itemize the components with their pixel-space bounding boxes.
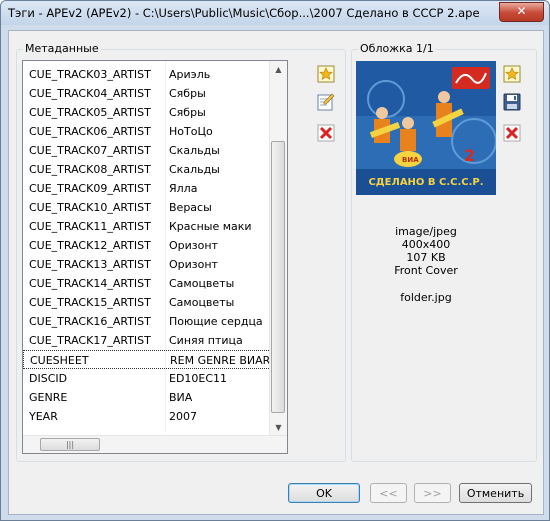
metadata-key: CUE_TRACK09_ARTIST	[29, 182, 151, 195]
next-button[interactable]: >>	[414, 483, 451, 503]
ok-button[interactable]: OK	[288, 483, 360, 503]
save-icon	[503, 93, 521, 111]
metadata-value: Скальды	[169, 144, 220, 157]
horizontal-scroll-thumb[interactable]: |||	[40, 438, 100, 451]
edit-tag-button[interactable]	[316, 92, 336, 112]
metadata-value: Самоцветы	[169, 277, 235, 290]
add-tag-button[interactable]	[316, 64, 336, 84]
scroll-up-icon[interactable]: ▲	[270, 61, 287, 78]
metadata-value: Ялла	[169, 182, 198, 195]
delete-cover-button[interactable]	[502, 123, 522, 143]
metadata-key: CUE_TRACK13_ARTIST	[29, 258, 151, 271]
cover-filename: folder.jpg	[400, 291, 452, 304]
horizontal-scrollbar[interactable]: |||	[23, 435, 287, 453]
metadata-key: CUE_TRACK15_ARTIST	[29, 296, 151, 309]
metadata-key: CUE_TRACK03_ARTIST	[29, 68, 151, 81]
metadata-value: Синяя птица	[169, 334, 243, 347]
cover-type: Front Cover	[394, 264, 458, 277]
metadata-value: 2007	[169, 410, 197, 423]
svg-text:ВИА: ВИА	[402, 156, 419, 164]
metadata-value: НоТоЦо	[169, 125, 213, 138]
metadata-key: CUE_TRACK12_ARTIST	[29, 239, 151, 252]
metadata-key: CUE_TRACK06_ARTIST	[29, 125, 151, 138]
metadata-row[interactable]: CUE_TRACK03_ARTIST Ариэль	[23, 65, 281, 84]
metadata-key: CUE_TRACK08_ARTIST	[29, 163, 151, 176]
window-title: Тэги - APEv2 (APEv2) - C:\Users\Public\M…	[8, 6, 480, 20]
metadata-row[interactable]: CUE_TRACK04_ARTIST Сябры	[23, 84, 281, 103]
cover-dimensions: 400x400	[401, 238, 451, 251]
metadata-row[interactable]: CUE_TRACK09_ARTIST Ялла	[23, 179, 281, 198]
save-cover-button[interactable]	[502, 92, 522, 112]
vertical-scrollbar[interactable]: ▲ ▼	[269, 61, 287, 436]
metadata-key: CUE_TRACK04_ARTIST	[29, 87, 151, 100]
metadata-value: Красные маки	[169, 220, 252, 233]
metadata-key: CUE_TRACK11_ARTIST	[29, 220, 151, 233]
metadata-value: Оризонт	[169, 258, 218, 271]
metadata-row[interactable]: CUE_TRACK14_ARTIST Самоцветы	[23, 274, 281, 293]
metadata-row[interactable]: CUE_TRACK13_ARTIST Оризонт	[23, 255, 281, 274]
add-tag-icon	[317, 65, 335, 83]
metadata-row[interactable]: CUESHEET REM GENRE ВИАREM	[23, 350, 287, 369]
cancel-button[interactable]: Отменить	[459, 483, 532, 503]
metadata-key: CUE_TRACK07_ARTIST	[29, 144, 151, 157]
delete-tag-button[interactable]	[316, 123, 336, 143]
metadata-row[interactable]: CUE_TRACK05_ARTIST Сябры	[23, 103, 281, 122]
metadata-row[interactable]: DISCID ED10EC11	[23, 369, 281, 388]
metadata-row[interactable]: CUE_TRACK10_ARTIST Верасы	[23, 198, 281, 217]
scroll-down-icon[interactable]: ▼	[270, 419, 287, 436]
metadata-value: Скальды	[169, 163, 220, 176]
add-tag-icon	[503, 65, 521, 83]
edit-tag-icon	[317, 93, 335, 111]
metadata-key: CUE_TRACK10_ARTIST	[29, 201, 151, 214]
metadata-key: CUE_TRACK17_ARTIST	[29, 334, 151, 347]
metadata-key: CUE_TRACK05_ARTIST	[29, 106, 151, 119]
metadata-row[interactable]: CUE_TRACK17_ARTIST Синяя птица	[23, 331, 281, 350]
prev-button[interactable]: <<	[370, 483, 407, 503]
metadata-key: DISCID	[29, 372, 68, 385]
metadata-group-label: Метаданные	[23, 42, 101, 55]
cover-art-image: ВИА 2 СДЕЛАНО В С.С.С.Р.	[356, 61, 496, 195]
metadata-row[interactable]: CUE_TRACK06_ARTIST НоТоЦо	[23, 122, 281, 141]
metadata-key: CUE_TRACK16_ARTIST	[29, 315, 151, 328]
cover-mime: image/jpeg	[395, 225, 457, 238]
metadata-value: ВИА	[169, 391, 193, 404]
metadata-key: CUE_TRACK14_ARTIST	[29, 277, 151, 290]
metadata-row[interactable]: CUE_TRACK12_ARTIST Оризонт	[23, 236, 281, 255]
metadata-row[interactable]: GENRE ВИА	[23, 388, 281, 407]
metadata-value: Верасы	[169, 201, 212, 214]
metadata-value: Самоцветы	[169, 296, 235, 309]
metadata-key: GENRE	[29, 391, 68, 404]
title-bar[interactable]: Тэги - APEv2 (APEv2) - C:\Users\Public\M…	[1, 1, 549, 25]
metadata-row[interactable]: CUE_TRACK15_ARTIST Самоцветы	[23, 293, 281, 312]
delete-icon	[503, 124, 521, 142]
metadata-row[interactable]: CUE_TRACK11_ARTIST Красные маки	[23, 217, 281, 236]
metadata-value: Сябры	[169, 106, 206, 119]
vertical-scroll-thumb[interactable]	[271, 141, 285, 413]
metadata-value: ED10EC11	[169, 372, 228, 385]
metadata-key: YEAR	[29, 410, 58, 423]
delete-icon	[317, 124, 335, 142]
svg-text:2: 2	[464, 146, 475, 165]
cover-size: 107 KB	[406, 251, 446, 264]
metadata-row[interactable]: CUE_TRACK08_ARTIST Скальды	[23, 160, 281, 179]
metadata-value: Оризонт	[169, 239, 218, 252]
svg-text:СДЕЛАНО В С.С.С.Р.: СДЕЛАНО В С.С.С.Р.	[368, 177, 483, 188]
cover-group-label: Обложка 1/1	[358, 42, 436, 55]
metadata-row[interactable]: CUE_TRACK16_ARTIST Поющие сердца	[23, 312, 281, 331]
metadata-key: CUESHEET	[30, 354, 89, 367]
metadata-value: Поющие сердца	[169, 315, 263, 328]
metadata-list[interactable]: CUE_TRACK03_ARTIST Ариэль CUE_TRACK04_ARTI…	[22, 60, 288, 454]
close-button[interactable]: ✕	[499, 2, 544, 22]
metadata-value: Сябры	[169, 87, 206, 100]
add-cover-button[interactable]	[502, 64, 522, 84]
cover-art[interactable]: ВИА 2 СДЕЛАНО В С.С.С.Р.	[356, 61, 496, 195]
metadata-row[interactable]: YEAR 2007	[23, 407, 281, 426]
metadata-value: Ариэль	[169, 68, 211, 81]
column-separator	[165, 61, 166, 433]
tags-window: Тэги - APEv2 (APEv2) - C:\Users\Public\M…	[0, 0, 550, 521]
metadata-row[interactable]: CUE_TRACK07_ARTIST Скальды	[23, 141, 281, 160]
